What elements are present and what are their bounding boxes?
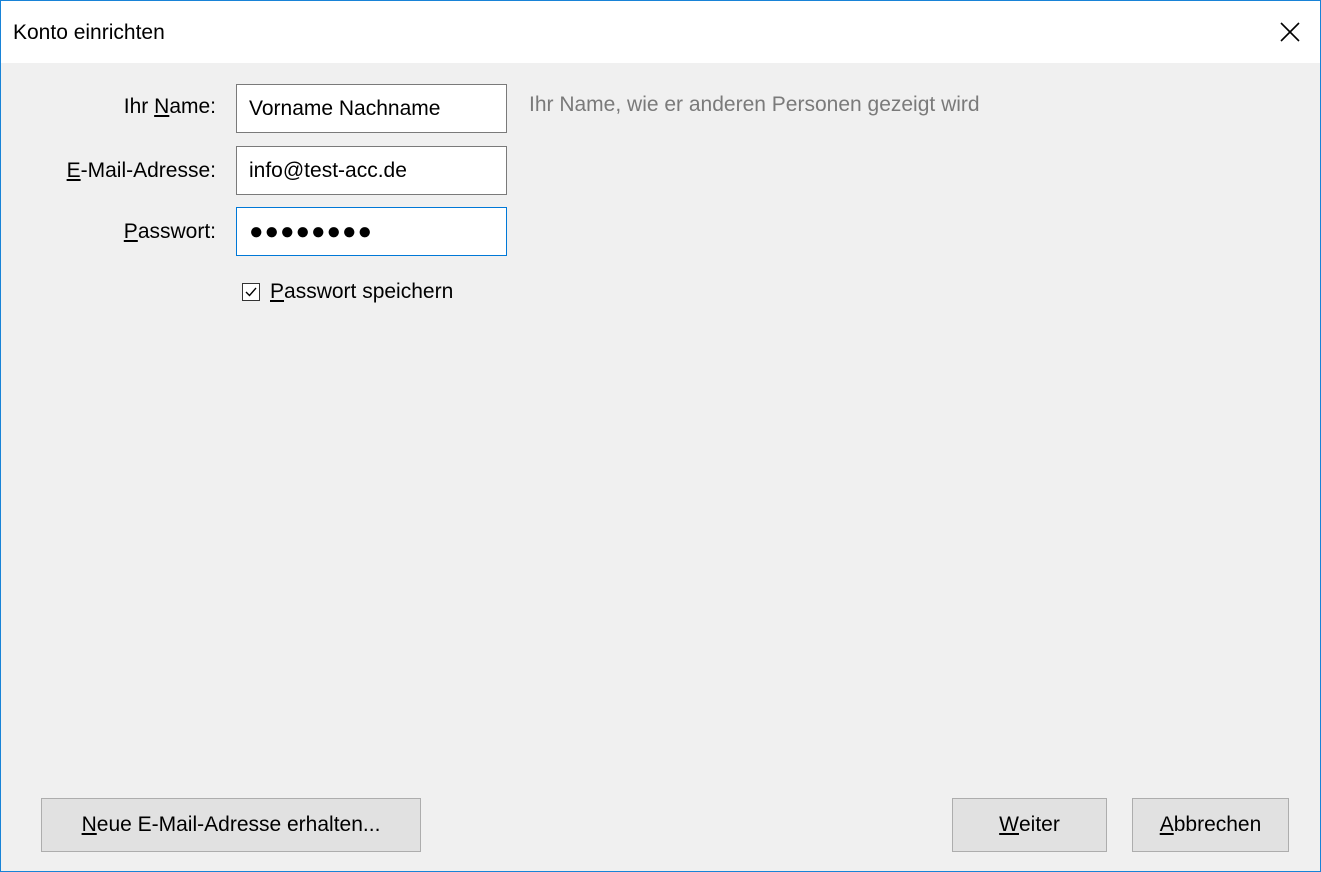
next-label: eiter	[1018, 813, 1060, 836]
close-button[interactable]	[1260, 1, 1320, 63]
password-label-rest: asswort:	[137, 220, 216, 243]
save-password-label-rest: asswort speichern	[284, 280, 454, 303]
cancel-mnemonic: A	[1159, 813, 1174, 836]
name-label-rest: ame:	[169, 95, 216, 118]
password-label: Passwort:	[1, 220, 216, 244]
next-mnemonic: W	[999, 813, 1019, 836]
get-new-email-mnemonic: N	[81, 813, 97, 836]
cancel-button[interactable]: Abbrechen	[1132, 798, 1289, 852]
password-input[interactable]	[236, 207, 507, 256]
window-title: Konto einrichten	[13, 21, 165, 44]
name-label-mnemonic: N	[154, 95, 170, 118]
password-label-mnemonic: P	[123, 220, 138, 243]
account-setup-dialog: Konto einrichten Ihr Name: Ihr Name, wie…	[0, 0, 1321, 872]
email-label-rest: -Mail-Adresse:	[80, 159, 216, 182]
next-button[interactable]: Weiter	[952, 798, 1107, 852]
name-label-prefix: Ihr	[123, 95, 155, 118]
save-password-checkbox[interactable]	[242, 283, 260, 301]
name-input[interactable]	[236, 84, 507, 133]
get-new-email-button[interactable]: Neue E-Mail-Adresse erhalten...	[41, 798, 421, 852]
cancel-label: bbrechen	[1173, 813, 1262, 836]
close-icon	[1280, 22, 1300, 42]
save-password-label-mnemonic: P	[270, 280, 285, 303]
save-password-checkbox-row[interactable]: Passwort speichern	[242, 277, 453, 307]
name-hint: Ihr Name, wie er anderen Personen gezeig…	[529, 93, 980, 116]
email-label: E-Mail-Adresse:	[1, 159, 216, 183]
email-label-mnemonic: E	[66, 159, 81, 182]
get-new-email-label: eue E-Mail-Adresse erhalten...	[96, 813, 381, 836]
name-label: Ihr Name:	[1, 95, 216, 119]
checkmark-icon	[245, 287, 257, 297]
save-password-label: Passwort speichern	[270, 280, 453, 304]
email-input[interactable]	[236, 146, 507, 195]
title-bar: Konto einrichten	[1, 1, 1320, 63]
